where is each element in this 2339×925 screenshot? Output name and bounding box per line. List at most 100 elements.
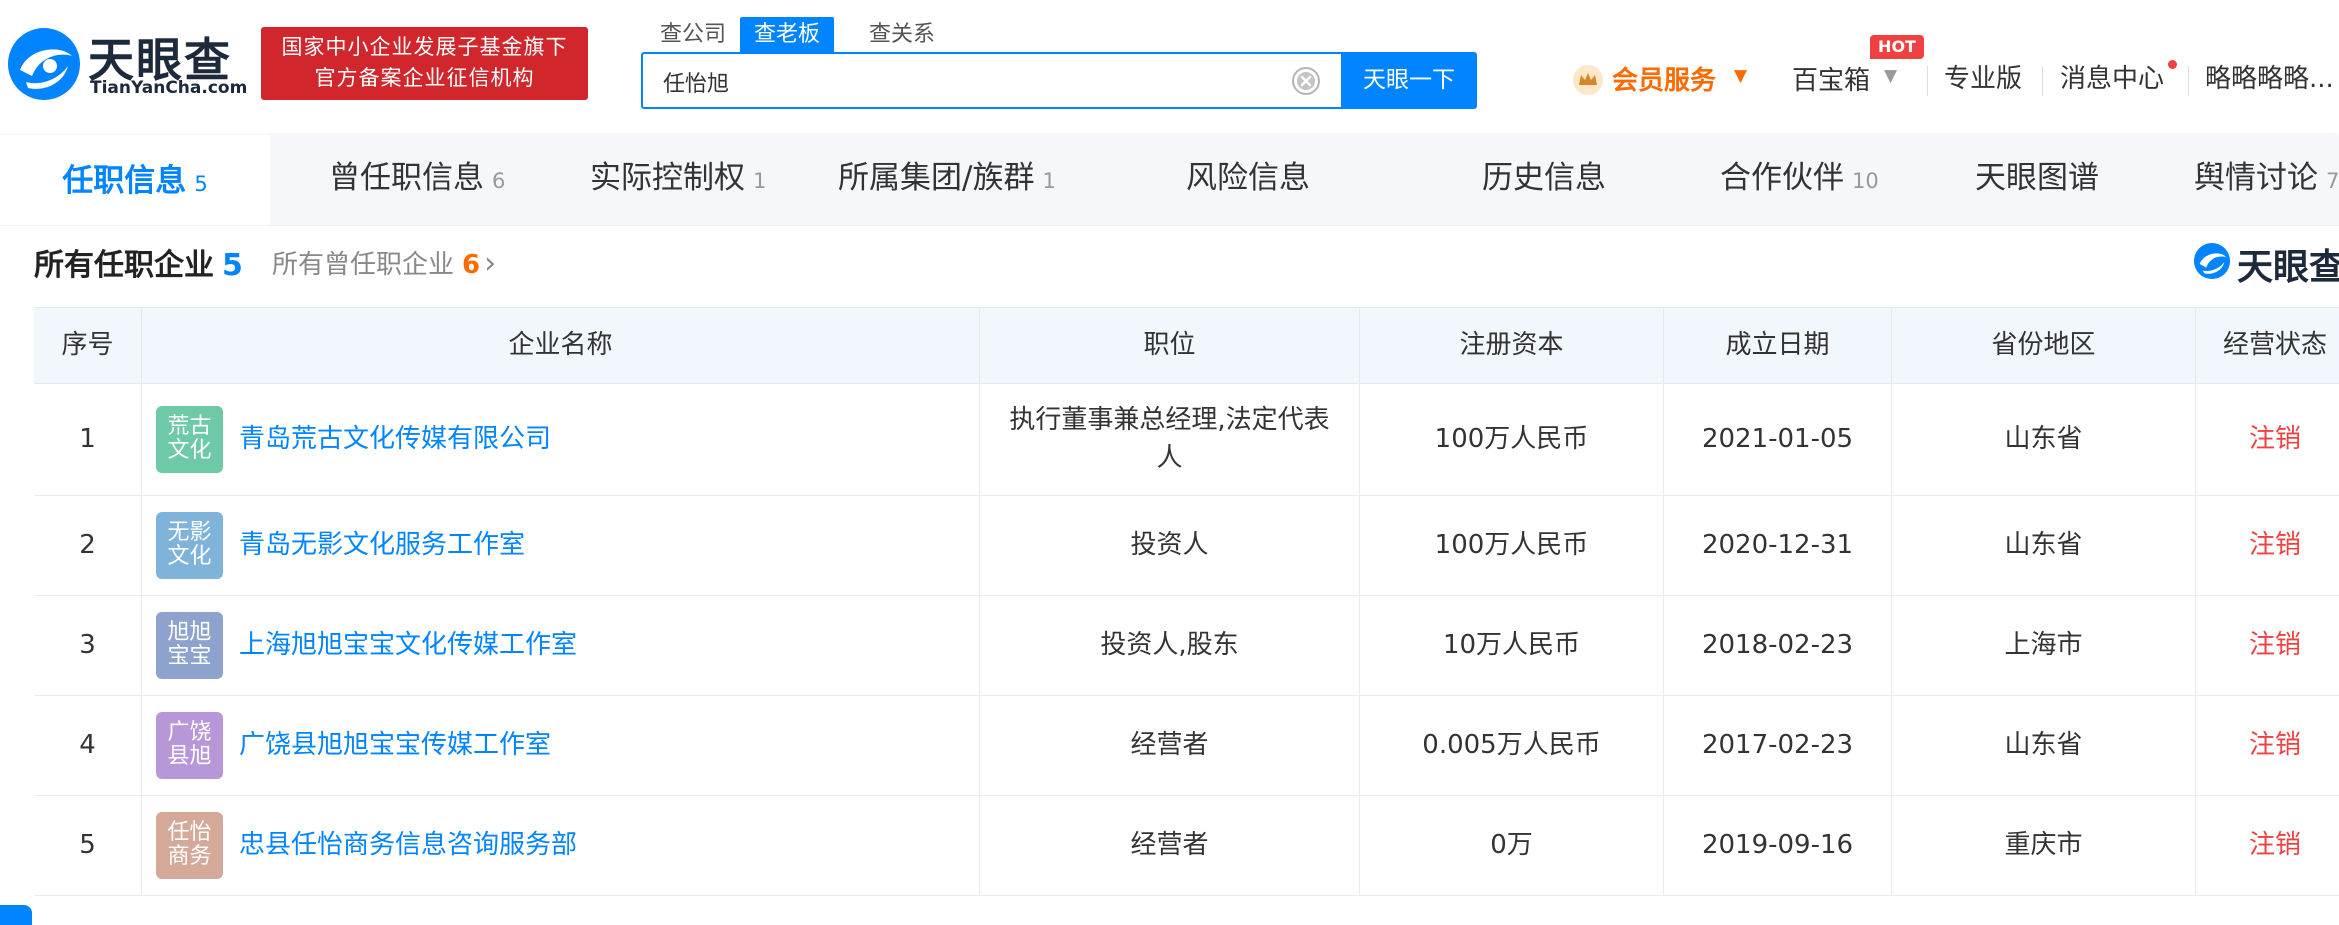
region-cell-text: 山东省 [2004,730,2083,760]
position-cell-text: 投资人 [1130,530,1209,560]
tab-discussion[interactable]: 舆情讨论 7 [2194,135,2339,225]
status-cell-text: 注销 [2248,830,2301,860]
capital-cell-text: 100万人民币 [1434,424,1589,454]
founded-date-cell-text: 2021-01-05 [1701,424,1854,454]
toolbox-menu[interactable]: 百宝箱 ▼ [1792,58,1902,102]
company-name-link[interactable]: 广饶县旭旭宝宝传媒工作室 [239,726,551,764]
tab-count: 1 [753,169,767,193]
past-positions-count: 6 [462,250,481,280]
chevron-down-icon: ▼ [1884,66,1898,86]
column-header: 注册资本 [1360,308,1664,383]
region-cell: 重庆市 [1892,795,2196,895]
message-center-link[interactable]: 消息中心 [2060,58,2164,102]
company-cell: 任怡 商务 忠县任怡商务信息咨询服务部 [142,795,980,895]
tab-history[interactable]: 历史信息 [1482,135,1606,225]
watermark-text: 天眼查 [2237,247,2339,288]
company-name-link[interactable]: 青岛无影文化服务工作室 [239,526,525,564]
founded-date-cell: 2019-09-16 [1664,795,1892,895]
table-row: 4 广饶 县旭 广饶县旭旭宝宝传媒工作室 经营者 0.005万人民币 2017-02-23… [34,695,2339,796]
founded-date-cell-text: 2020-12-31 [1701,530,1854,560]
tianyancha-eye-icon [2193,242,2231,280]
tab-group[interactable]: 所属集团/族群 1 [838,135,1056,225]
position-cell-text: 经营者 [1130,730,1209,760]
tab-count: 10 [1852,169,1879,193]
hot-badge: HOT [1870,35,1924,59]
tab-count: 7 [2326,169,2339,193]
region-cell-text: 山东省 [2004,424,2083,454]
status-cell-text: 注销 [2248,424,2301,454]
search-tab-relation[interactable]: 查关系 [869,17,935,53]
tab-current-positions[interactable]: 任职信息 5 [0,135,270,225]
region-cell: 山东省 [1892,383,2196,495]
tab-past-positions[interactable]: 曾任职信息 6 [329,135,505,225]
row-index-text: 5 [79,830,96,860]
logo-url: TianYanCha.com [90,78,248,98]
official-banner: 国家中小企业发展子基金旗下 官方备案企业征信机构 [261,27,588,100]
capital-cell: 0.005万人民币 [1360,695,1664,795]
company-logo[interactable]: 荒古 文化 [156,405,223,473]
divider [2042,66,2043,96]
section-title-label: 所有任职企业 [34,248,214,283]
position-cell-text: 经营者 [1130,830,1209,860]
capital-cell-text: 0.005万人民币 [1422,730,1601,760]
tab-actual-control[interactable]: 实际控制权 1 [590,135,766,225]
founded-date-cell: 2018-02-23 [1664,595,1892,695]
banner-line-2: 官方备案企业征信机构 [314,66,535,90]
company-logo[interactable]: 广饶 县旭 [156,711,223,779]
search-tab-boss[interactable]: 查老板 [740,17,835,53]
position-cell: 执行董事兼总经理,法定代表人 [980,383,1360,495]
position-cell: 投资人,股东 [980,595,1360,695]
row-index: 3 [34,595,142,695]
company-name-link[interactable]: 忠县任怡商务信息咨询服务部 [239,826,577,864]
tab-label: 天眼图谱 [1975,160,2099,196]
profile-tabs: 任职信息 5 曾任职信息 6 实际控制权 1 所属集团/族群 1 风险信息 历史信息 合… [0,135,2339,226]
tab-risk[interactable]: 风险信息 [1186,135,1310,225]
row-index-text: 4 [79,730,96,760]
search-input[interactable] [661,54,1265,109]
company-logo[interactable]: 旭旭 宝宝 [156,611,223,679]
company-logo[interactable]: 无影 文化 [156,511,223,579]
vip-service-menu[interactable]: 会员服务 ▼ [1572,58,1752,102]
company-name-link[interactable]: 上海旭旭宝宝文化传媒工作室 [239,626,577,664]
company-logo[interactable]: 任怡 商务 [156,811,223,879]
tab-partners[interactable]: 合作伙伴 10 [1720,135,1879,225]
tab-graph[interactable]: 天眼图谱 [1975,135,2099,225]
column-header: 企业名称 [142,308,980,383]
tab-label: 合作伙伴 [1720,160,1844,196]
status-cell-text: 注销 [2248,630,2301,660]
company-name-link[interactable]: 青岛荒古文化传媒有限公司 [239,420,551,458]
banner-line-1: 国家中小企业发展子基金旗下 [281,35,568,59]
unread-dot [2168,60,2177,69]
search-button[interactable]: 天眼一下 [1341,52,1477,109]
user-menu[interactable]: 略略略略... [2205,58,2334,102]
clear-icon[interactable] [1291,66,1321,96]
status-cell: 注销 [2196,795,2339,895]
status-cell: 注销 [2196,695,2339,795]
company-cell: 旭旭 宝宝 上海旭旭宝宝文化传媒工作室 [142,595,980,695]
tab-label: 实际控制权 [590,160,745,196]
table-header: 序号 企业名称 职位 注册资本 成立日期 省份地区 经营状态 [34,307,2339,384]
tianyancha-eye-icon [8,28,80,100]
position-cell: 投资人 [980,495,1360,595]
column-header: 成立日期 [1664,308,1892,383]
founded-date-cell: 2021-01-05 [1664,383,1892,495]
chevron-down-icon: ▼ [1734,66,1748,86]
company-cell: 无影 文化 青岛无影文化服务工作室 [142,495,980,595]
status-cell: 注销 [2196,595,2339,695]
past-positions-link[interactable]: 所有曾任职企业 6 › [272,244,496,281]
capital-cell: 100万人民币 [1360,495,1664,595]
column-header: 序号 [34,308,142,383]
capital-cell-text: 100万人民币 [1434,530,1589,560]
founded-date-cell: 2017-02-23 [1664,695,1892,795]
pro-version-link[interactable]: 专业版 [1944,58,2022,102]
column-header: 经营状态 [2222,330,2327,360]
search-tab-company[interactable]: 查公司 [660,17,726,53]
tianyancha-logo[interactable]: 天眼查 TianYanCha.com [6,26,248,102]
capital-cell: 100万人民币 [1360,383,1664,495]
row-index: 1 [34,383,142,495]
position-cell: 经营者 [980,695,1360,795]
tianyancha-watermark: 天眼查 [2193,238,2339,288]
tab-label: 所属集团/族群 [838,160,1035,196]
feedback-tab[interactable] [0,905,32,925]
founded-date-cell-text: 2018-02-23 [1701,630,1854,660]
